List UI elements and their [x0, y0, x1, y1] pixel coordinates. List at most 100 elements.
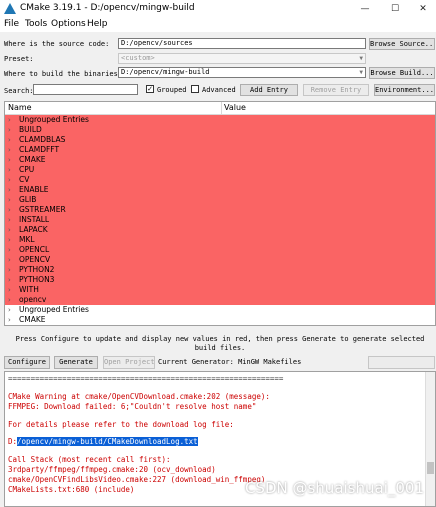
column-value[interactable]: Value — [224, 103, 246, 112]
tree-row[interactable]: › CMAKE — [5, 155, 435, 165]
chevron-right-icon[interactable]: › — [8, 125, 11, 135]
tree-row-label: Ungrouped Entries — [19, 115, 89, 124]
maximize-button[interactable]: ☐ — [384, 2, 406, 16]
tree-row[interactable]: › Ungrouped Entries — [5, 115, 435, 125]
output-line: CMakeLists.txt:680 (include) — [8, 485, 135, 494]
tree-row-label: GLIB — [19, 195, 37, 204]
chevron-right-icon[interactable]: › — [8, 175, 11, 185]
scroll-thumb[interactable] — [427, 462, 434, 474]
close-button[interactable]: ✕ — [412, 2, 434, 16]
chevron-right-icon[interactable]: › — [8, 315, 11, 325]
chevron-right-icon[interactable]: › — [8, 275, 11, 285]
chevron-right-icon[interactable]: › — [8, 305, 11, 315]
tree-row[interactable]: › CMAKE — [5, 315, 435, 325]
menu-tools[interactable]: Tools — [25, 19, 47, 29]
tree-row[interactable]: › GSTREAMER — [5, 205, 435, 215]
output-line: cmake/OpenCVFindLibsVideo.cmake:227 (dow… — [8, 475, 266, 484]
chevron-right-icon[interactable]: › — [8, 195, 11, 205]
chevron-right-icon[interactable]: › — [8, 295, 11, 305]
tree-row[interactable]: › CPU — [5, 165, 435, 175]
tree-row-label: PYTHON2 — [19, 265, 55, 274]
output-path-line: D:/opencv/mingw-build/CMakeDownloadLog.t… — [8, 437, 198, 446]
watermark: CSDN @shuaishuai_001 — [244, 479, 424, 497]
chevron-right-icon[interactable]: › — [8, 235, 11, 245]
preset-value: <custom> — [121, 54, 155, 62]
output-line: For details please refer to the download… — [8, 420, 234, 429]
open-project-button[interactable]: Open Project — [103, 356, 155, 369]
tree-row[interactable]: › ENABLE — [5, 185, 435, 195]
build-select[interactable]: D:/opencv/mingw-build ▼ — [118, 67, 366, 78]
column-separator — [221, 102, 222, 114]
configure-button[interactable]: Configure — [4, 356, 50, 369]
tree-row[interactable]: › CLAMDFFT — [5, 145, 435, 155]
tree-row-label: opencv — [19, 295, 47, 304]
advanced-checkbox[interactable] — [191, 85, 199, 93]
tree-row-label: OPENCL — [19, 245, 50, 254]
chevron-right-icon[interactable]: › — [8, 245, 11, 255]
chevron-right-icon[interactable]: › — [8, 255, 11, 265]
tree-row[interactable]: › WITH — [5, 285, 435, 295]
output-scrollbar[interactable] — [425, 372, 435, 506]
tree-row-label: PYTHON3 — [19, 275, 55, 284]
cache-tree[interactable]: Name Value › Ungrouped Entries › BUILD › CLAM… — [4, 101, 436, 326]
tree-row[interactable]: › GLIB — [5, 195, 435, 205]
window-title: CMake 3.19.1 - D:/opencv/mingw-build — [20, 3, 195, 13]
menu-options[interactable]: Options — [51, 19, 86, 29]
tree-row[interactable]: › LAPACK — [5, 225, 435, 235]
chevron-right-icon[interactable]: › — [8, 145, 11, 155]
search-label: Search: — [4, 87, 34, 95]
tree-row[interactable]: › PYTHON2 — [5, 265, 435, 275]
chevron-right-icon[interactable]: › — [8, 225, 11, 235]
tree-row[interactable]: › INSTALL — [5, 215, 435, 225]
tree-row[interactable]: › CV — [5, 175, 435, 185]
build-label: Where to build the binaries: — [4, 70, 123, 78]
chevron-right-icon[interactable]: › — [8, 185, 11, 195]
cmake-logo-icon — [4, 3, 16, 14]
tree-row[interactable]: › Ungrouped Entries — [5, 305, 435, 315]
tree-row[interactable]: › BUILD — [5, 125, 435, 135]
tree-row[interactable]: › OPENCV — [5, 255, 435, 265]
chevron-right-icon[interactable]: › — [8, 285, 11, 295]
tree-row-label: WITH — [19, 285, 39, 294]
tree-row-label: INSTALL — [19, 215, 50, 224]
tree-row[interactable]: › OPENCL — [5, 245, 435, 255]
generate-button[interactable]: Generate — [54, 356, 98, 369]
menu-file[interactable]: File — [4, 19, 19, 29]
remove-entry-button[interactable]: Remove Entry — [303, 84, 369, 96]
menu-help[interactable]: Help — [87, 19, 108, 29]
grouped-checkbox[interactable]: ✓ — [146, 85, 154, 93]
chevron-right-icon[interactable]: › — [8, 265, 11, 275]
search-input[interactable] — [33, 84, 138, 95]
advanced-label: Advanced — [202, 86, 236, 94]
browse-source-button[interactable]: Browse Source... — [369, 38, 435, 50]
selected-path[interactable]: /opencv/mingw-build/CMakeDownloadLog.txt — [17, 437, 198, 446]
source-input[interactable]: D:/opencv/sources — [118, 38, 366, 49]
tree-row-label: CPU — [19, 165, 35, 174]
tree-row[interactable]: › opencv — [5, 295, 435, 305]
chevron-right-icon[interactable]: › — [8, 215, 11, 225]
output-rule: ========================================… — [8, 374, 284, 383]
chevron-right-icon[interactable]: › — [8, 205, 11, 215]
chevron-right-icon[interactable]: › — [8, 155, 11, 165]
preset-select[interactable]: <custom> ▼ — [118, 53, 366, 64]
output-path-prefix: D: — [8, 437, 18, 446]
title-bar: CMake 3.19.1 - D:/opencv/mingw-build — ☐… — [0, 0, 436, 18]
tree-row[interactable]: › MKL — [5, 235, 435, 245]
minimize-button[interactable]: — — [354, 2, 376, 16]
chevron-right-icon[interactable]: › — [8, 135, 11, 145]
tree-row-label: MKL — [19, 235, 35, 244]
chevron-right-icon[interactable]: › — [8, 165, 11, 175]
chevron-right-icon[interactable]: › — [8, 115, 11, 125]
output-line: FFMPEG: Download failed: 6;"Couldn't res… — [8, 402, 257, 411]
environment-button[interactable]: Environment... — [374, 84, 435, 96]
info-text: Press Configure to update and display ne… — [15, 335, 425, 352]
column-name[interactable]: Name — [8, 103, 32, 112]
tree-row[interactable]: › PYTHON3 — [5, 275, 435, 285]
menu-bar: File Tools Options Help — [0, 18, 436, 32]
tree-header: Name Value — [5, 102, 435, 115]
output-line: CMake Warning at cmake/OpenCVDownload.cm… — [8, 392, 270, 401]
tree-row[interactable]: › CLAMDBLAS — [5, 135, 435, 145]
progress-bar — [368, 356, 435, 369]
browse-build-button[interactable]: Browse Build... — [369, 67, 435, 79]
add-entry-button[interactable]: Add Entry — [240, 84, 298, 96]
